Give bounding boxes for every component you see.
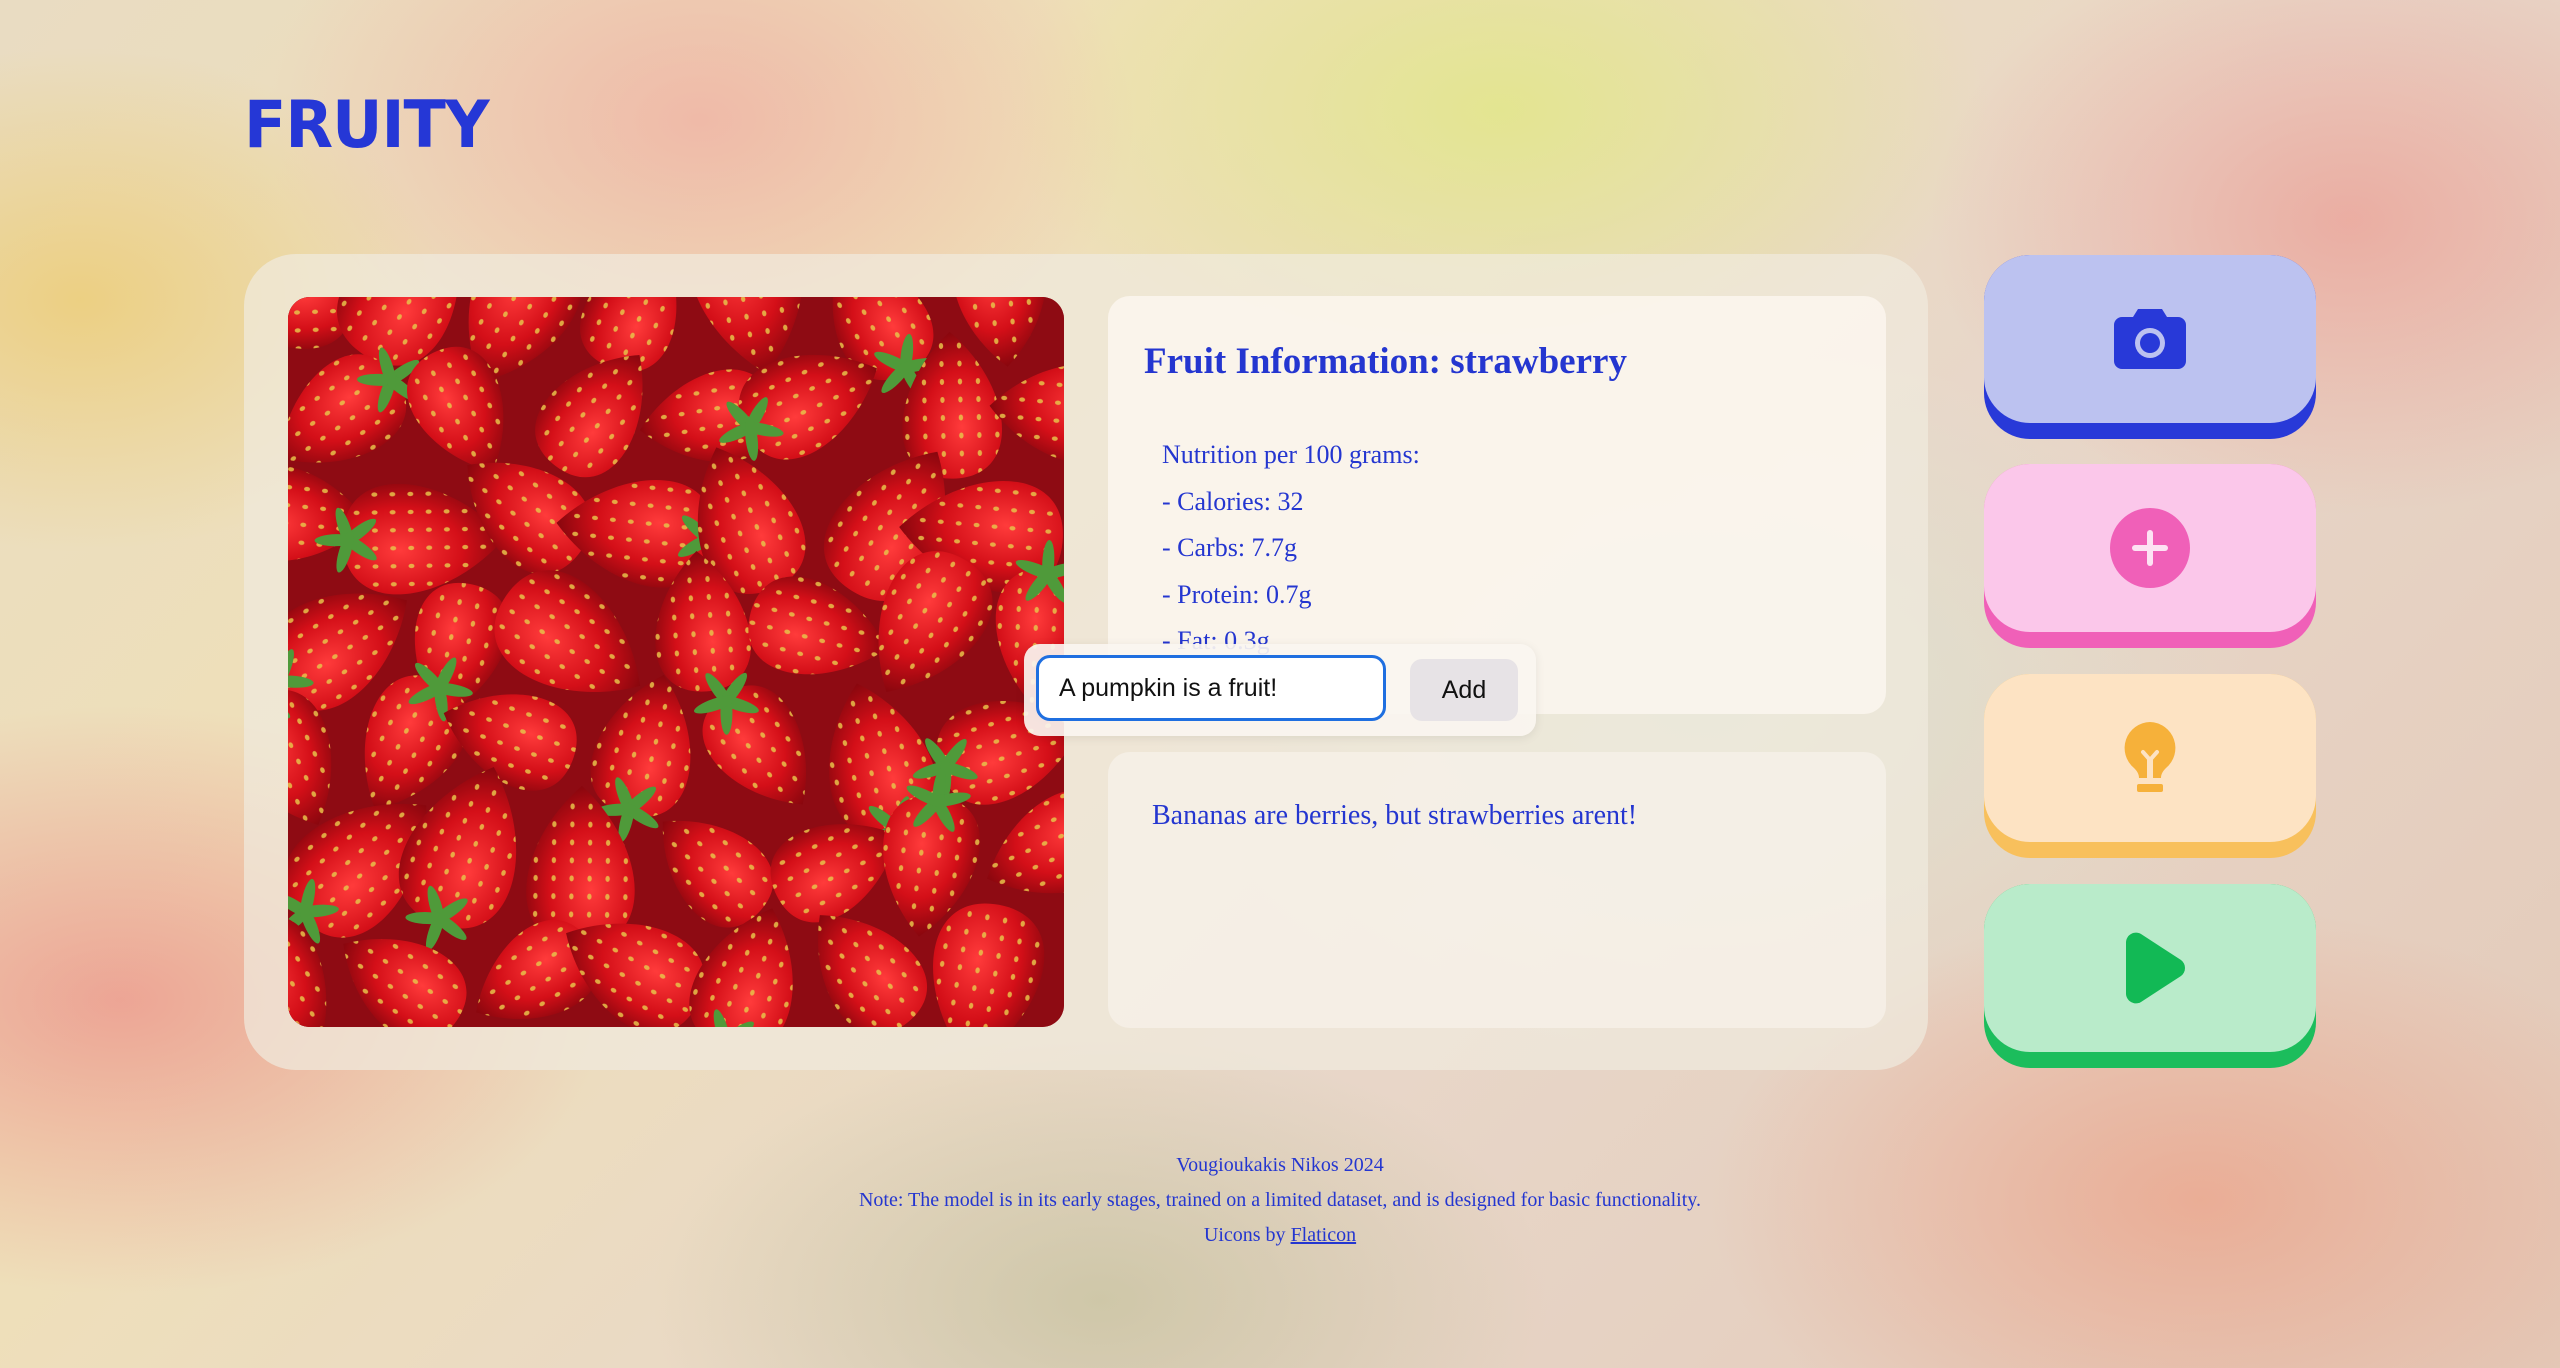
add-button[interactable] xyxy=(1984,464,2316,648)
fun-fact-text: Bananas are berries, but strawberries ar… xyxy=(1152,800,1638,831)
add-fact-input[interactable] xyxy=(1036,655,1386,721)
plus-circle-icon xyxy=(2110,508,2190,588)
camera-icon xyxy=(2114,309,2186,369)
footer-note: Note: The model is in its early stages, … xyxy=(858,1189,1701,1211)
footer-credit: Uicons by Flaticon xyxy=(0,1218,2560,1253)
footer: Vougioukakis Nikos 2024 Note: The model … xyxy=(0,1148,2560,1253)
fruit-photo xyxy=(288,297,1064,1027)
add-fact-button[interactable]: Add xyxy=(1410,659,1518,721)
nutrition-calories: - Calories: 32 xyxy=(1162,486,1304,516)
nutrition-list: Nutrition per 100 grams: - Calories: 32 … xyxy=(1162,432,1420,665)
fruit-info-title: Fruit Information: strawberry xyxy=(1144,341,1627,382)
play-icon xyxy=(2126,932,2185,1004)
lightbulb-icon xyxy=(2124,722,2176,792)
idea-button[interactable] xyxy=(1984,674,2316,858)
flaticon-link[interactable]: Flaticon xyxy=(1291,1224,1357,1246)
nutrition-carbs: - Carbs: 7.7g xyxy=(1162,533,1298,562)
nutrition-heading: Nutrition per 100 grams: xyxy=(1162,440,1420,469)
app-logo: FRUITY xyxy=(244,86,490,163)
play-button[interactable] xyxy=(1984,884,2316,1068)
nutrition-protein: - Protein: 0.7g xyxy=(1162,579,1312,609)
footer-author: Vougioukakis Nikos 2024 xyxy=(1176,1154,1384,1176)
add-fact-popup: Add xyxy=(1024,644,1536,736)
footer-credit-prefix: Uicons by xyxy=(1203,1224,1291,1246)
camera-button[interactable] xyxy=(1984,255,2316,439)
fun-fact-panel: Bananas are berries, but strawberries ar… xyxy=(1108,752,1886,1028)
